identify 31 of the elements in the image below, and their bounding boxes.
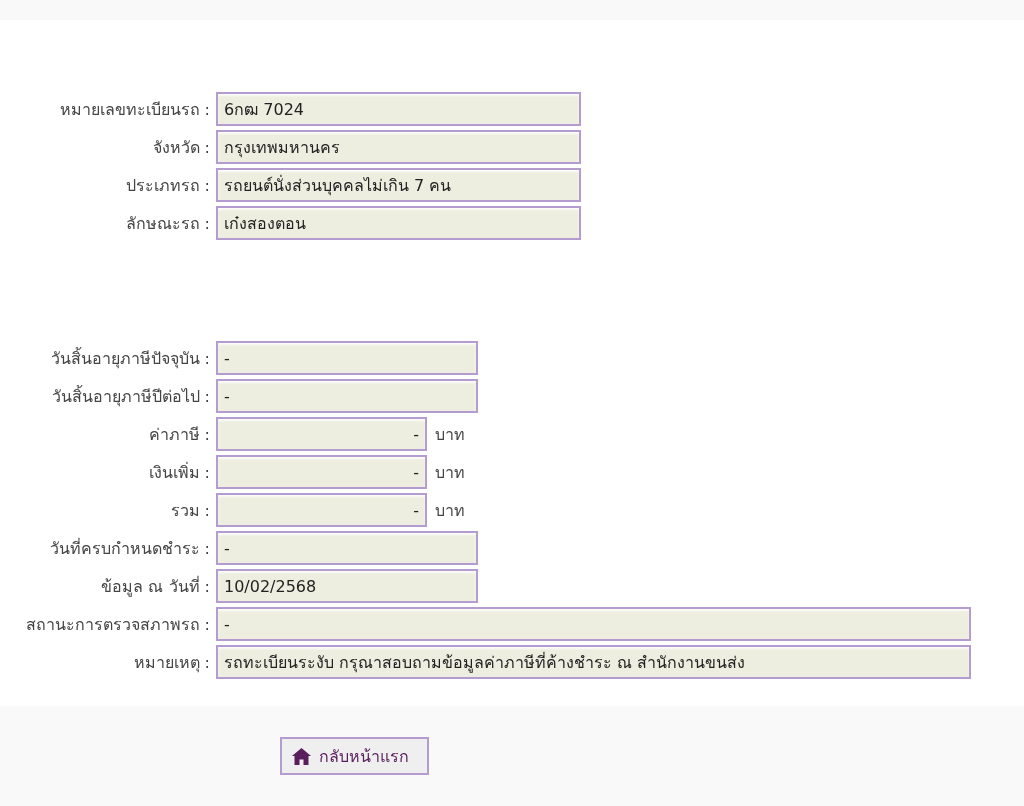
- field-label: รวม :: [169, 499, 211, 522]
- input-field[interactable]: -: [216, 341, 478, 375]
- field-label: หมายเลขทะเบียนรถ :: [58, 98, 211, 121]
- field-label: จังหวัด :: [151, 136, 211, 159]
- input-field[interactable]: เก๋งสองตอน: [216, 206, 581, 240]
- field-label: วันที่ครบกำหนดชำระ :: [48, 537, 211, 560]
- field-label: หมายเหตุ :: [132, 651, 211, 675]
- unit-label: บาท: [435, 461, 465, 484]
- unit-label: บาท: [435, 499, 465, 522]
- unit-label: บาท: [435, 423, 465, 446]
- input-field[interactable]: -: [216, 417, 427, 451]
- field-label: เงินเพิ่ม :: [147, 461, 211, 484]
- input-field[interactable]: รถยนต์นั่งส่วนบุคคลไม่เกิน 7 คน: [216, 168, 581, 202]
- field-label: ข้อมูล ณ วันที่ :: [100, 575, 211, 599]
- home-icon: [292, 747, 311, 765]
- field-label: สถานะการตรวจสภาพรถ :: [24, 613, 211, 636]
- input-field[interactable]: กรุงเทพมหานคร: [216, 130, 581, 164]
- field-label: วันสิ้นอายุภาษีปัจจุบัน :: [49, 346, 211, 371]
- input-field[interactable]: -: [216, 455, 427, 489]
- input-field[interactable]: 10/02/2568: [216, 569, 478, 603]
- input-field[interactable]: 6กฒ 7024: [216, 92, 581, 126]
- field-label: ลักษณะรถ :: [124, 212, 211, 235]
- input-field[interactable]: -: [216, 531, 478, 565]
- field-label: ค่าภาษี :: [147, 423, 211, 446]
- input-field[interactable]: -: [216, 493, 427, 527]
- input-field[interactable]: -: [216, 379, 478, 413]
- input-field[interactable]: รถทะเบียนระงับ กรุณาสอบถามข้อมูลค่าภาษีที่ค้างชำระ ณ สำนักงานขนส่ง: [216, 645, 971, 679]
- field-label: ประเภทรถ :: [124, 174, 211, 197]
- home-button[interactable]: กลับหน้าแรก: [280, 737, 429, 775]
- input-field[interactable]: -: [216, 607, 971, 641]
- field-label: วันสิ้นอายุภาษีปีต่อไป :: [50, 384, 211, 409]
